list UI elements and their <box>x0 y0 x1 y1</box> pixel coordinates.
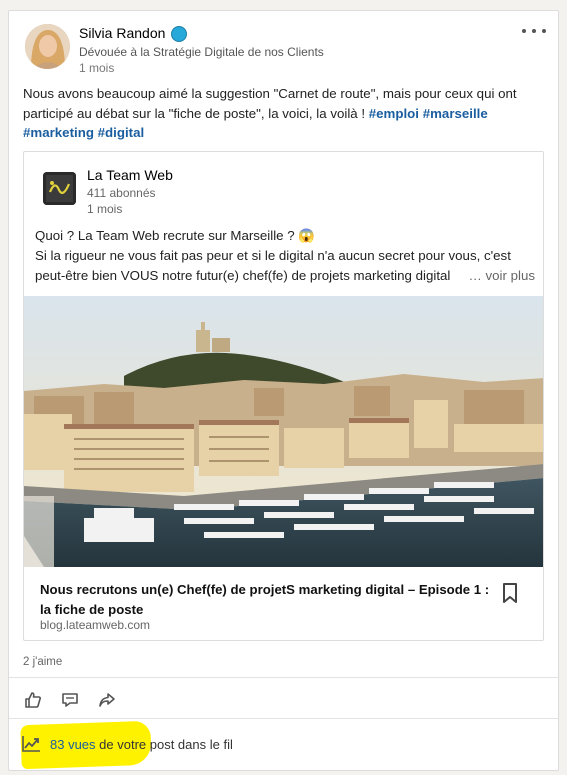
post-card: Silvia Randon Dévouée à la Stratégie Dig… <box>8 10 559 771</box>
views-count[interactable]: 83 vues <box>50 737 96 752</box>
ellipsis-icon[interactable] <box>522 25 546 37</box>
share-icon[interactable] <box>98 691 116 709</box>
article-domain: blog.lateamweb.com <box>40 618 151 632</box>
post-analytics-row[interactable]: 83 vues de votre post dans le fil <box>9 719 558 770</box>
shared-text-line: Quoi ? La Team Web recrute sur Marseille… <box>35 228 315 243</box>
shared-post[interactable]: La Team Web 411 abonnés 1 mois Quoi ? La… <box>23 151 544 641</box>
post-text-line: #marketing #digital <box>23 123 548 143</box>
post-text-segment: participé au débat sur la "fiche de post… <box>23 105 369 121</box>
hashtag-link[interactable]: #marseille <box>423 106 488 121</box>
article-title[interactable]: Nous recrutons un(e) Chef(fe) de projetS… <box>40 580 500 620</box>
hashtag-link[interactable]: #marketing <box>23 125 94 140</box>
verified-badge-icon <box>171 26 187 42</box>
company-name[interactable]: La Team Web <box>87 167 173 183</box>
author-headline: Dévouée à la Stratégie Digitale de nos C… <box>79 45 324 59</box>
views-label: de votre post dans le fil <box>95 737 233 752</box>
shared-post-text: Quoi ? La Team Web recrute sur Marseille… <box>35 226 535 286</box>
post-text-line: participé au débat sur la "fiche de post… <box>23 104 548 124</box>
trending-chart-icon <box>22 736 40 752</box>
author-avatar[interactable] <box>25 24 70 69</box>
views-summary[interactable]: 83 vues de votre post dans le fil <box>50 737 233 752</box>
hashtag-link[interactable]: #emploi <box>369 106 419 121</box>
hashtag-link[interactable]: #digital <box>98 125 145 140</box>
post-timestamp: 1 mois <box>79 61 115 75</box>
follower-count: 411 abonnés <box>87 186 156 200</box>
thumbs-up-icon[interactable] <box>24 691 42 709</box>
shared-text-line: Si la rigueur ne vous fait pas peur et s… <box>35 247 511 263</box>
post-text-line: Nous avons beaucoup aimé la suggestion "… <box>23 86 517 101</box>
bookmark-icon[interactable] <box>501 582 519 604</box>
divider <box>9 677 558 678</box>
see-more-link[interactable]: … voir plus <box>466 265 535 286</box>
shared-text-line: peut-être bien VOUS notre futur(e) chef(… <box>35 265 535 286</box>
shared-text-truncated: peut-être bien VOUS notre futur(e) chef(… <box>35 267 451 283</box>
company-logo[interactable] <box>43 172 76 205</box>
article-image[interactable] <box>24 296 543 567</box>
shared-timestamp: 1 mois <box>87 202 123 216</box>
post-body: Nous avons beaucoup aimé la suggestion "… <box>23 84 548 143</box>
likes-count[interactable]: 2 j'aime <box>23 656 62 668</box>
author-name[interactable]: Silvia Randon <box>79 25 165 41</box>
comment-icon[interactable] <box>61 691 79 709</box>
